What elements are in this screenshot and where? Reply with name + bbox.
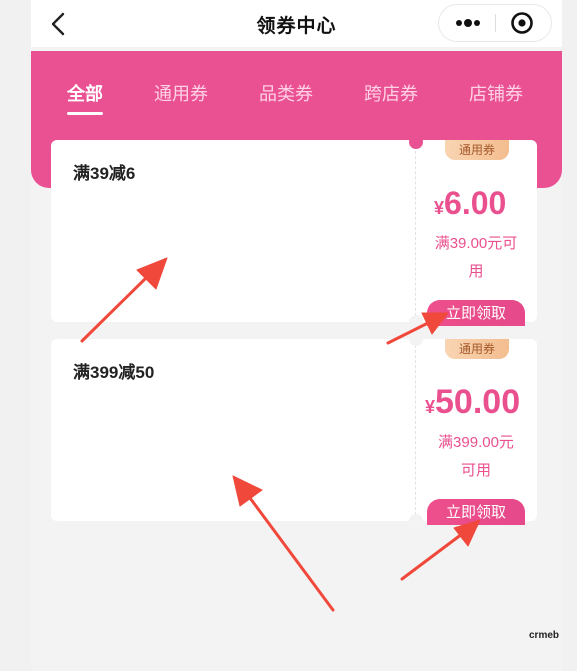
coupon-title: 满399减50	[73, 363, 155, 382]
navigation-bar: 领券中心	[31, 0, 562, 47]
coupon-card: 满399减50 通用券 ¥50.00 满399.00元 可用 立即领取	[51, 332, 537, 528]
more-dots-icon[interactable]	[439, 5, 495, 41]
coupon-condition-line2: 可用	[460, 462, 491, 479]
coupon-condition: 满399.00元 可用	[423, 429, 529, 485]
currency-symbol: ¥	[425, 397, 436, 417]
claim-coupon-button[interactable]: 立即领取	[427, 300, 525, 326]
coupon-divider	[415, 345, 416, 515]
claim-coupon-button[interactable]: 立即领取	[427, 499, 525, 525]
coupon-condition: 满39.00元可 用	[423, 230, 529, 286]
coupon-center-page: 领券中心 全部 通用券 品类券 跨店券 店铺券 满39减6 通用券 ¥6.00	[31, 0, 562, 671]
coupon-type-badge: 通用券	[445, 339, 509, 359]
mini-program-capsule	[438, 4, 552, 42]
coupon-condition-line2: 用	[468, 263, 484, 280]
currency-symbol: ¥	[434, 198, 445, 218]
coupon-card: 满39减6 通用券 ¥6.00 满39.00元可 用 立即领取	[51, 135, 537, 329]
coupon-notch-top	[409, 135, 423, 149]
coupon-notch-top	[409, 332, 423, 346]
coupon-amount: ¥6.00	[434, 185, 506, 222]
coupon-condition-line1: 满399.00元	[438, 434, 514, 451]
tab-cross-store[interactable]: 跨店券	[364, 80, 418, 106]
coupon-divider	[415, 146, 416, 316]
coupon-amount: ¥50.00	[425, 383, 520, 422]
active-tab-indicator	[67, 112, 103, 115]
coupon-notch-bottom	[409, 315, 423, 329]
tab-all[interactable]: 全部	[67, 80, 103, 106]
tab-general[interactable]: 通用券	[154, 80, 208, 106]
coupon-amount-value: 6.00	[444, 185, 507, 221]
coupon-amount-value: 50.00	[435, 383, 521, 421]
tab-store[interactable]: 店铺券	[469, 80, 523, 106]
watermark: crmeb	[529, 630, 560, 641]
tab-category[interactable]: 品类券	[259, 80, 313, 106]
target-circle-icon[interactable]	[496, 5, 551, 41]
coupon-title: 满39减6	[73, 164, 136, 183]
coupon-notch-bottom	[409, 514, 423, 528]
coupon-type-badge: 通用券	[445, 140, 509, 160]
coupon-condition-line1: 满39.00元可	[434, 235, 518, 252]
